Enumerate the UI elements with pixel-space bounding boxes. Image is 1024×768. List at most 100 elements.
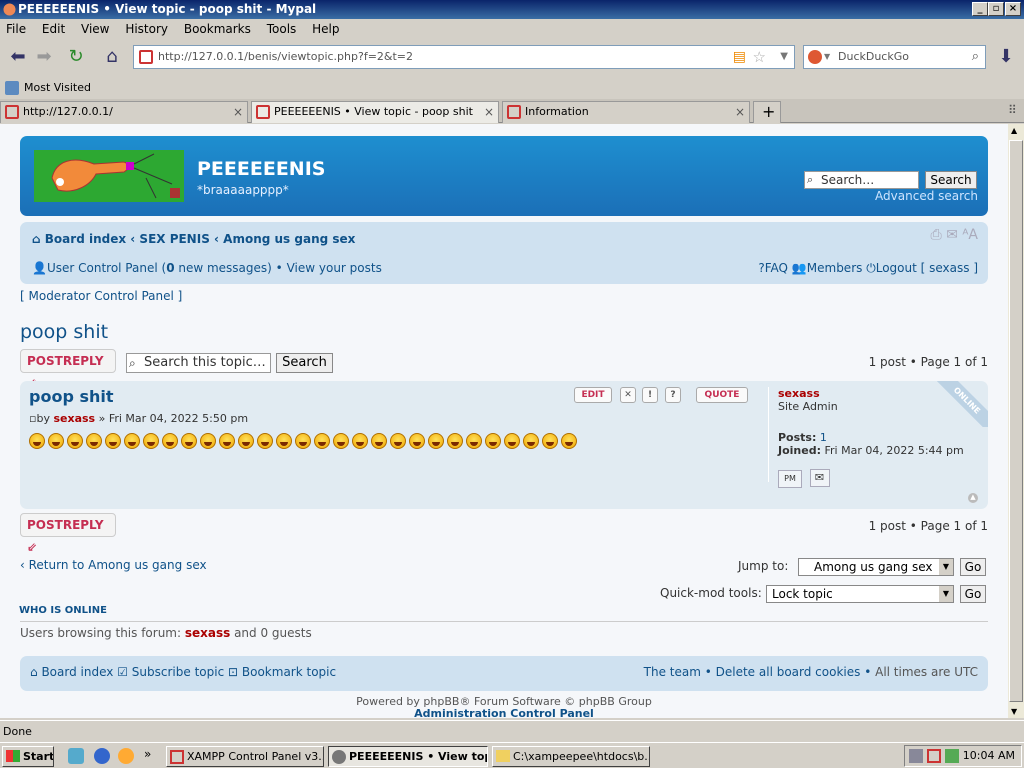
- tab-list-icon[interactable]: ⠿: [1008, 103, 1017, 117]
- scrollbar-thumb[interactable]: [1009, 140, 1023, 702]
- edit-button[interactable]: EDIT: [574, 387, 612, 403]
- logout-link[interactable]: Logout [ sexass ]: [876, 261, 978, 275]
- tab-close-icon[interactable]: ×: [233, 102, 243, 122]
- menu-help[interactable]: Help: [312, 19, 339, 39]
- scroll-up-icon[interactable]: ▲: [1011, 126, 1017, 135]
- members-link[interactable]: Members: [807, 261, 863, 275]
- posts-count[interactable]: 1: [820, 431, 827, 444]
- back-to-top-icon[interactable]: ▲: [968, 493, 978, 503]
- browser-icon: [332, 750, 346, 764]
- post-reply-button[interactable]: POSTREPLY ⇙: [20, 349, 116, 390]
- jump-to-select[interactable]: Among us gang sex ▼: [798, 558, 954, 576]
- close-button[interactable]: ×: [1005, 2, 1021, 16]
- menu-tools[interactable]: Tools: [267, 19, 297, 39]
- delete-cookies-link[interactable]: Delete all board cookies: [716, 665, 861, 679]
- print-icon[interactable]: ⎙: [931, 227, 942, 243]
- url-dropdown-icon[interactable]: ▼: [780, 46, 788, 68]
- post-reply-button-bottom[interactable]: POSTREPLY ⇙: [20, 513, 116, 554]
- reload-icon[interactable]: ↻: [64, 45, 88, 69]
- online-user-link[interactable]: sexass: [185, 626, 230, 640]
- quickmod-select[interactable]: Lock topic ▼: [766, 585, 954, 603]
- site-logo[interactable]: [34, 150, 184, 202]
- faq-link[interactable]: FAQ: [765, 261, 788, 275]
- user-links: 👤User Control Panel (0 new messages) • V…: [32, 261, 382, 275]
- task-xampp[interactable]: XAMPP Control Panel v3....: [166, 746, 324, 767]
- ucp-link[interactable]: User Control Panel (0 new messages): [47, 261, 272, 275]
- moderator-control-panel-link[interactable]: [ Moderator Control Panel ]: [20, 289, 182, 303]
- quote-button[interactable]: QUOTE: [696, 387, 748, 403]
- topic-title[interactable]: poop shit: [20, 321, 108, 343]
- minimize-button[interactable]: _: [972, 2, 988, 16]
- maximize-button[interactable]: ▫: [988, 2, 1004, 16]
- address-bar[interactable]: http://127.0.0.1/benis/viewtopic.php?f=2…: [133, 45, 795, 69]
- post-author-link[interactable]: sexass: [53, 412, 95, 425]
- task-browser[interactable]: PEEEEEENIS • View top...: [328, 746, 488, 767]
- info-icon[interactable]: ?: [665, 387, 681, 403]
- vertical-scrollbar[interactable]: ▲ ▼: [1008, 124, 1024, 718]
- bookmark-topic-link[interactable]: Bookmark topic: [242, 665, 336, 679]
- menu-edit[interactable]: Edit: [42, 19, 65, 39]
- tray-volume-icon[interactable]: [945, 749, 959, 763]
- tab-view-topic[interactable]: PEEEEEENIS • View topic - poop shit ×: [251, 101, 499, 123]
- site-search-button[interactable]: Search: [925, 171, 977, 189]
- delete-icon[interactable]: ✕: [620, 387, 636, 403]
- menu-file[interactable]: File: [6, 19, 26, 39]
- tab-close-icon[interactable]: ×: [735, 102, 745, 122]
- quicklaunch-desktop-icon[interactable]: [68, 748, 84, 764]
- menu-view[interactable]: View: [81, 19, 109, 39]
- quicklaunch-ie-icon[interactable]: [94, 748, 110, 764]
- breadcrumb-forum-sex-penis[interactable]: SEX PENIS: [139, 232, 209, 246]
- topic-search-input[interactable]: ⌕ Search this topic…: [126, 353, 271, 373]
- site-search-input[interactable]: ⌕ Search…: [804, 171, 919, 189]
- search-engine-box[interactable]: ▼ DuckDuckGo ⌕: [803, 45, 986, 69]
- quicklaunch-more-icon[interactable]: »: [144, 747, 151, 761]
- breadcrumb-forum-among-us[interactable]: Among us gang sex: [223, 232, 355, 246]
- font-size-icon[interactable]: ᴬA: [962, 227, 978, 243]
- team-link[interactable]: The team: [644, 665, 701, 679]
- laughing-emoji-icon: [542, 433, 558, 449]
- most-visited-link[interactable]: Most Visited: [24, 81, 91, 94]
- rss-icon[interactable]: ▤: [733, 46, 746, 68]
- advanced-search-link[interactable]: Advanced search: [875, 189, 978, 203]
- search-icon[interactable]: ⌕: [972, 46, 979, 68]
- email-icon[interactable]: ✉: [946, 227, 958, 243]
- jump-go-button[interactable]: Go: [960, 558, 986, 576]
- laughing-emoji-icon: [276, 433, 292, 449]
- report-icon[interactable]: !: [642, 387, 658, 403]
- home-icon[interactable]: ⌂: [100, 45, 124, 69]
- menu-bookmarks[interactable]: Bookmarks: [184, 19, 251, 39]
- bookmark-star-icon[interactable]: ☆: [753, 46, 766, 68]
- scroll-down-icon[interactable]: ▼: [1011, 707, 1017, 716]
- forward-icon[interactable]: ➡: [32, 45, 56, 69]
- engine-dropdown-icon[interactable]: ▼: [824, 46, 830, 68]
- quickmod-go-button[interactable]: Go: [960, 585, 986, 603]
- view-posts-link[interactable]: View your posts: [287, 261, 382, 275]
- tray-network-icon[interactable]: [909, 749, 923, 763]
- tab-localhost[interactable]: http://127.0.0.1/ ×: [0, 101, 248, 123]
- search-icon: ⌕: [807, 173, 814, 186]
- subscribe-topic-link[interactable]: Subscribe topic: [132, 665, 224, 679]
- tray-xampp-icon[interactable]: [927, 749, 941, 763]
- search-engine-placeholder: DuckDuckGo: [838, 50, 909, 63]
- who-is-online-heading[interactable]: WHO IS ONLINE: [19, 605, 107, 616]
- back-icon[interactable]: ⬅: [6, 45, 30, 69]
- return-to-forum-link[interactable]: ‹ Return to Among us gang sex: [20, 558, 207, 572]
- task-explorer[interactable]: C:\xampeepee\htdocs\b...: [492, 746, 650, 767]
- laughing-emoji-icon: [29, 433, 45, 449]
- menu-history[interactable]: History: [125, 19, 168, 39]
- email-icon[interactable]: ✉: [809, 469, 830, 487]
- ucp-label-end: new messages): [174, 261, 272, 275]
- admin-control-panel-link[interactable]: Administration Control Panel: [0, 707, 1008, 718]
- start-button[interactable]: Start: [2, 746, 54, 767]
- topic-search-button[interactable]: Search: [276, 353, 333, 373]
- post-title[interactable]: poop shit: [29, 387, 114, 406]
- quicklaunch-browser-icon[interactable]: [118, 748, 134, 764]
- pm-icon[interactable]: PM: [778, 470, 802, 488]
- tab-close-icon[interactable]: ×: [484, 102, 494, 122]
- tab-information[interactable]: Information ×: [502, 101, 750, 123]
- tab-label: PEEEEEENIS • View topic - poop shit: [274, 105, 473, 118]
- footer-board-index-link[interactable]: Board index: [41, 665, 113, 679]
- breadcrumb-board-index[interactable]: Board index: [45, 232, 126, 246]
- download-icon[interactable]: ⬇: [994, 45, 1018, 69]
- new-tab-button[interactable]: +: [753, 101, 781, 123]
